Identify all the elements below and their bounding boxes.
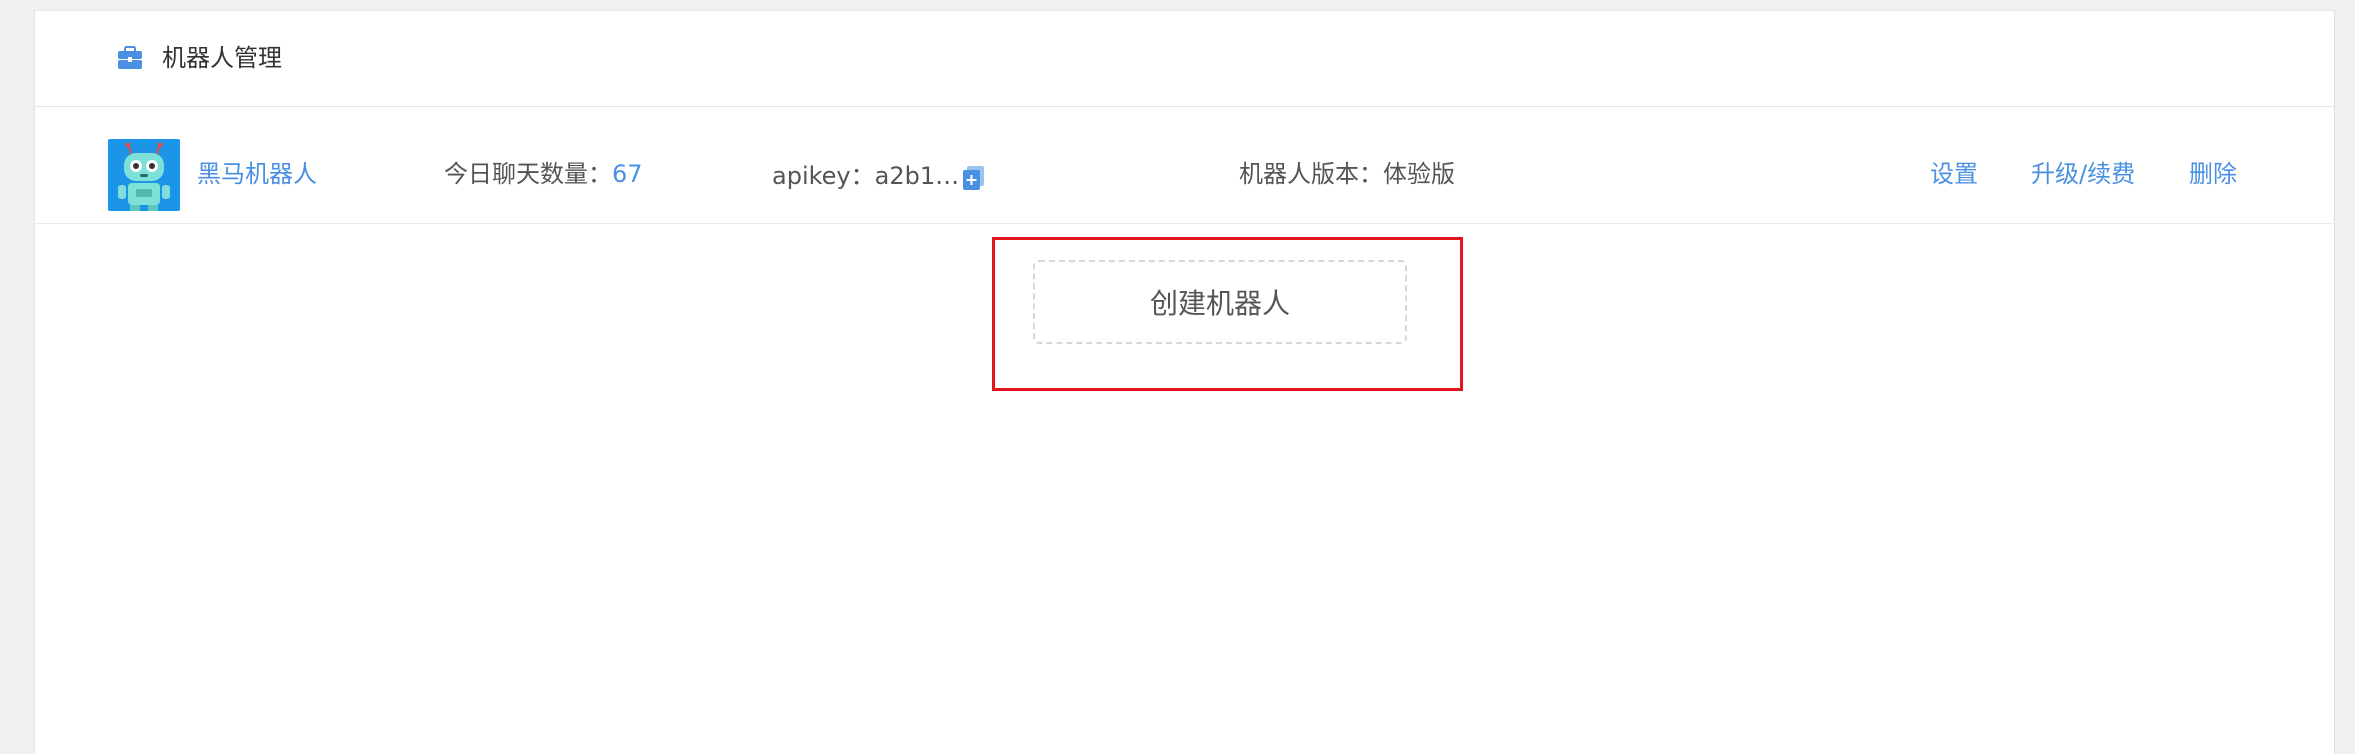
- bot-version: 机器人版本：体验版: [1239, 160, 1455, 188]
- copy-icon[interactable]: [962, 165, 986, 191]
- chat-count-label: 今日聊天数量：: [444, 160, 612, 188]
- create-bot-button[interactable]: 创建机器人: [1033, 260, 1407, 344]
- robot-avatar-icon: [108, 139, 180, 211]
- chat-count: 今日聊天数量：67: [444, 157, 643, 191]
- chat-count-value: 67: [612, 160, 643, 188]
- panel-header: 机器人管理: [35, 11, 2334, 107]
- briefcase-icon: [116, 46, 144, 70]
- bot-list-item: 黑马机器人 今日聊天数量：67 apikey：a2b1… 机器人版本：体验版 设…: [35, 107, 2334, 224]
- delete-link[interactable]: 删除: [2189, 157, 2237, 191]
- upgrade-renew-link[interactable]: 升级/续费: [2031, 157, 2135, 191]
- settings-link[interactable]: 设置: [1930, 157, 1978, 191]
- bot-management-panel: 机器人管理 黑马机器人 今日聊天数量：67 apikey：a2b1… 机器人版本…: [34, 10, 2335, 754]
- apikey-text: apikey：a2b1…: [772, 162, 960, 190]
- bot-name-link[interactable]: 黑马机器人: [197, 157, 317, 191]
- page-title: 机器人管理: [162, 44, 282, 72]
